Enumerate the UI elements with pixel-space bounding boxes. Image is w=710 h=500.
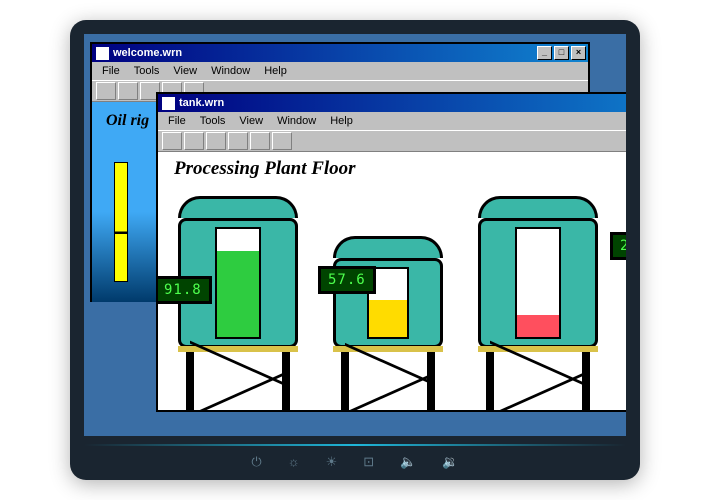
window-controls: _ □ × [537,46,586,60]
monitor-osd-controls: ⏻ ☼ ☀ ⊡ 🔈 🔉 [70,454,640,470]
menu-help[interactable]: Help [258,64,293,78]
menu-view[interactable]: View [233,114,269,128]
tank-2 [333,236,443,406]
tank-2-readout: 57.6 [318,266,376,294]
window-content: Processing Plant Floor 91.8 57.6 [158,152,626,410]
tank-3-readout: 22.5 [610,232,626,260]
toolbar-button[interactable] [184,132,204,150]
menu-tools[interactable]: Tools [128,64,166,78]
tank-3 [478,196,598,406]
brightness-down-icon[interactable]: ☼ [288,454,300,470]
close-button[interactable]: × [571,46,586,60]
window-tank[interactable]: tank.wrn _ □ × File Tools View Window He… [156,92,626,412]
titlebar[interactable]: welcome.wrn _ □ × [92,44,588,62]
menu-window[interactable]: Window [205,64,256,78]
maximize-button[interactable]: □ [554,46,569,60]
app-icon [96,47,109,60]
toolbar-button[interactable] [96,82,116,100]
menu-tools[interactable]: Tools [194,114,232,128]
menu-help[interactable]: Help [324,114,359,128]
menubar: File Tools View Window Help [158,112,626,130]
oil-rig-label: Oil rig [106,112,149,130]
plant-floor: 91.8 57.6 22.5 [158,186,626,410]
plant-floor-heading: Processing Plant Floor [174,158,356,180]
tank-1-readout: 91.8 [158,276,212,304]
titlebar[interactable]: tank.wrn _ □ × [158,94,626,112]
minimize-button[interactable]: _ [537,46,552,60]
menu-window[interactable]: Window [271,114,322,128]
window-title: tank.wrn [179,97,224,109]
monitor-accent-strip [84,444,626,446]
oil-rig-gauge [114,162,128,282]
volume-up-icon[interactable]: 🔉 [442,454,458,470]
menubar: File Tools View Window Help [92,62,588,80]
volume-down-icon[interactable]: 🔈 [400,454,416,470]
menu-view[interactable]: View [167,64,203,78]
toolbar-button[interactable] [118,82,138,100]
app-icon [162,97,175,110]
menu-icon[interactable]: ⊡ [363,454,374,470]
toolbar-button[interactable] [228,132,248,150]
brightness-up-icon[interactable]: ☀ [326,454,338,470]
toolbar [158,130,626,152]
toolbar-button[interactable] [162,132,182,150]
window-title: welcome.wrn [113,47,182,59]
toolbar-button[interactable] [250,132,270,150]
desktop: welcome.wrn _ □ × File Tools View Window… [84,34,626,436]
menu-file[interactable]: File [162,114,192,128]
toolbar-button[interactable] [206,132,226,150]
toolbar-button[interactable] [272,132,292,150]
power-icon[interactable]: ⏻ [251,454,261,470]
menu-file[interactable]: File [96,64,126,78]
panel-pc-bezel: welcome.wrn _ □ × File Tools View Window… [70,20,640,480]
